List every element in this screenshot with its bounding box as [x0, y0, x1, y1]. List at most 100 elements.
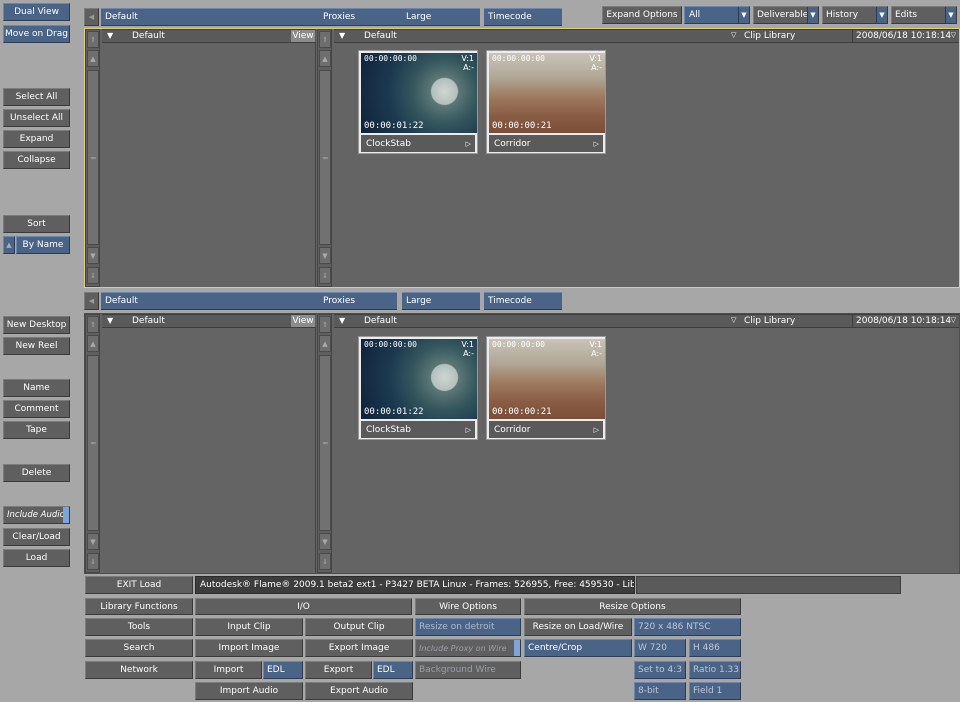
timecode-button[interactable]: Timecode — [484, 292, 562, 310]
view-button[interactable]: View — [291, 315, 315, 327]
collapse-triangle-icon[interactable]: ▼ — [339, 31, 345, 40]
large-button[interactable]: Large — [402, 292, 480, 310]
datetime-dropdown-icon[interactable]: ▽ — [951, 31, 956, 39]
dual-view-button[interactable]: Dual View — [3, 3, 70, 21]
export-edl-button[interactable]: EDL — [373, 661, 413, 679]
scroll-up-icon[interactable]: ▲ — [87, 50, 99, 67]
scroll-bottom-icon[interactable]: ⇓ — [319, 553, 331, 570]
scroll-bottom-icon[interactable]: ⇓ — [87, 553, 99, 570]
search-button[interactable]: Search — [85, 639, 193, 657]
timecode-button[interactable]: Timecode — [484, 8, 562, 26]
play-icon[interactable]: ▷ — [594, 140, 599, 148]
export-button[interactable]: Export — [305, 661, 372, 679]
select-all-button[interactable]: Select All — [3, 88, 70, 106]
export-image-button[interactable]: Export Image — [305, 639, 413, 657]
import-button[interactable]: Import — [195, 661, 262, 679]
scroll-top-icon[interactable]: ⇑ — [87, 31, 99, 48]
reel-scrollbar[interactable]: ⇑ ▲ ▼ ⇓ — [317, 314, 332, 573]
clip-name-bar[interactable]: ClockStab ▷ — [361, 421, 475, 438]
load-button[interactable]: Load — [3, 549, 70, 567]
field-dominance-field[interactable]: Field 1 — [689, 682, 741, 700]
library-prev-arrow-icon[interactable]: ◀ — [84, 292, 99, 310]
proxies-button[interactable]: Proxies — [319, 292, 397, 310]
sort-direction-arrow-icon[interactable]: ▲ — [3, 236, 15, 254]
new-reel-button[interactable]: New Reel — [3, 337, 70, 355]
format-preset-field[interactable]: 720 x 486 NTSC — [634, 618, 741, 636]
unselect-all-button[interactable]: Unselect All — [3, 109, 70, 127]
scroll-thumb[interactable] — [319, 70, 331, 245]
height-field[interactable]: H 486 — [689, 639, 741, 657]
exit-load-button[interactable]: EXIT Load — [85, 576, 193, 594]
collapse-triangle-icon[interactable]: ▼ — [107, 316, 113, 325]
scroll-down-icon[interactable]: ▼ — [319, 247, 331, 264]
background-wire-button[interactable]: Background Wire — [415, 661, 521, 679]
play-icon[interactable]: ▷ — [466, 140, 471, 148]
library-prev-arrow-icon[interactable]: ◀ — [84, 8, 99, 26]
view-button[interactable]: View — [291, 30, 315, 42]
comment-button[interactable]: Comment — [3, 400, 70, 418]
play-icon[interactable]: ▷ — [594, 426, 599, 434]
reel-header[interactable]: ▼ Default ▽ Clip Library 2008/06/18 10:1… — [334, 29, 959, 43]
scroll-up-icon[interactable]: ▲ — [319, 50, 331, 67]
import-audio-button[interactable]: Import Audio — [195, 682, 303, 700]
set-to-43-button[interactable]: Set to 4:3 — [634, 661, 686, 679]
reel-scrollbar[interactable]: ⇑ ▲ ▼ ⇓ — [317, 29, 332, 287]
tree-scrollbar[interactable]: ⇑ ▲ ▼ ⇓ — [85, 29, 100, 287]
scroll-thumb[interactable] — [319, 355, 331, 531]
scroll-down-icon[interactable]: ▼ — [87, 533, 99, 550]
scroll-thumb[interactable] — [87, 355, 99, 531]
import-image-button[interactable]: Import Image — [195, 639, 303, 657]
expand-button[interactable]: Expand — [3, 130, 70, 148]
scroll-down-icon[interactable]: ▼ — [87, 247, 99, 264]
import-edl-button[interactable]: EDL — [263, 661, 303, 679]
large-button[interactable]: Large — [402, 8, 480, 26]
play-icon[interactable]: ▷ — [466, 426, 471, 434]
export-audio-button[interactable]: Export Audio — [305, 682, 413, 700]
network-button[interactable]: Network — [85, 661, 193, 679]
scroll-up-icon[interactable]: ▲ — [319, 335, 331, 352]
reel-dropdown-icon[interactable]: ▽ — [731, 316, 736, 324]
move-on-drag-button[interactable]: Move on Drag — [3, 25, 70, 43]
clip-thumbnail[interactable]: 00:00:00:00 V:1 A:- 00:00:00:21 Corridor… — [486, 50, 606, 154]
tape-button[interactable]: Tape — [3, 421, 70, 439]
collapse-triangle-icon[interactable]: ▼ — [339, 316, 345, 325]
delete-button[interactable]: Delete — [3, 464, 70, 482]
scroll-bottom-icon[interactable]: ⇓ — [87, 267, 99, 284]
clip-thumbnail[interactable]: 00:00:00:00 V:1 A:- 00:00:00:21 Corridor… — [486, 336, 606, 440]
tools-button[interactable]: Tools — [85, 618, 193, 636]
clear-load-button[interactable]: Clear/Load — [3, 528, 70, 546]
output-clip-button[interactable]: Output Clip — [305, 618, 413, 636]
scroll-bottom-icon[interactable]: ⇓ — [319, 267, 331, 284]
reel-dropdown-icon[interactable]: ▽ — [731, 31, 736, 39]
resize-on-detroit-button[interactable]: Resize on detroit — [415, 618, 521, 636]
name-button[interactable]: Name — [3, 379, 70, 397]
sort-button[interactable]: Sort — [3, 215, 70, 233]
include-proxy-on-wire-toggle[interactable]: Include Proxy on Wire — [415, 639, 521, 657]
bit-depth-field[interactable]: 8-bit — [634, 682, 686, 700]
library-name-field[interactable]: Default — [101, 292, 319, 310]
datetime-dropdown-icon[interactable]: ▽ — [951, 316, 956, 324]
ratio-field[interactable]: Ratio 1.333 — [689, 661, 741, 679]
new-desktop-button[interactable]: New Desktop — [3, 316, 70, 334]
scroll-down-icon[interactable]: ▼ — [319, 533, 331, 550]
reel-header[interactable]: ▼ Default ▽ Clip Library 2008/06/18 10:1… — [334, 314, 959, 328]
tree-header[interactable]: ▼ Default View — [102, 29, 316, 43]
tree-scrollbar[interactable]: ⇑ ▲ ▼ ⇓ — [85, 314, 100, 573]
sort-by-name-button[interactable]: By Name — [16, 236, 70, 254]
scroll-top-icon[interactable]: ⇑ — [319, 31, 331, 48]
width-field[interactable]: W 720 — [634, 639, 686, 657]
clip-name-bar[interactable]: Corridor ▷ — [489, 135, 603, 152]
tree-header[interactable]: ▼ Default View — [102, 314, 316, 328]
clip-name-bar[interactable]: ClockStab ▷ — [361, 135, 475, 152]
centre-crop-button[interactable]: Centre/Crop — [524, 639, 632, 657]
clip-thumbnail[interactable]: 00:00:00:00 V:1 A:- 00:00:01:22 ClockSta… — [358, 336, 478, 440]
collapse-button[interactable]: Collapse — [3, 151, 70, 169]
scroll-top-icon[interactable]: ⇑ — [319, 316, 331, 333]
scroll-up-icon[interactable]: ▲ — [87, 335, 99, 352]
scroll-top-icon[interactable]: ⇑ — [87, 316, 99, 333]
include-audio-toggle[interactable]: Include Audio — [3, 506, 70, 524]
clip-thumbnail[interactable]: 00:00:00:00 V:1 A:- 00:00:01:22 ClockSta… — [358, 50, 478, 154]
input-clip-button[interactable]: Input Clip — [195, 618, 303, 636]
scroll-thumb[interactable] — [87, 70, 99, 245]
resize-on-load-wire-button[interactable]: Resize on Load/Wire — [524, 618, 632, 636]
